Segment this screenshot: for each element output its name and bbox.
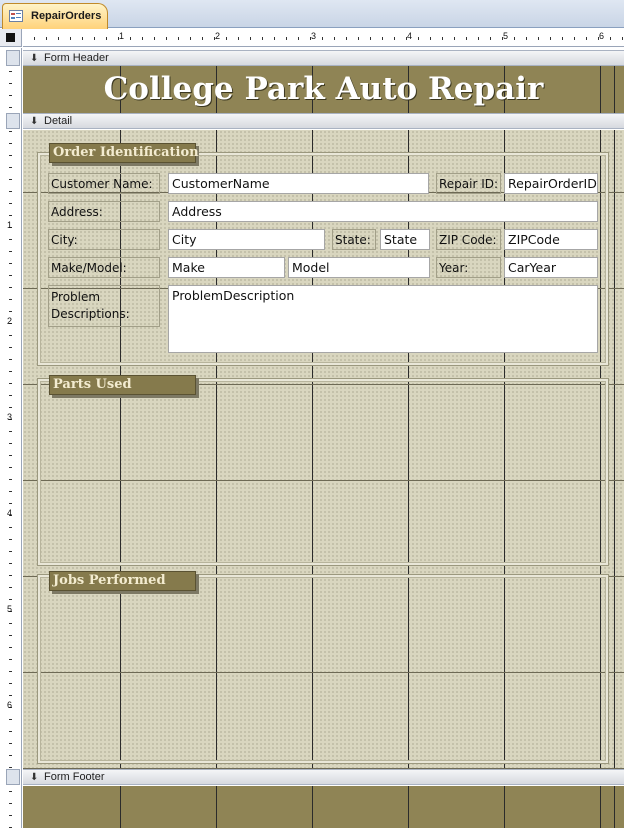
ruler-mark: 5 bbox=[7, 604, 13, 614]
ruler-mark: 6 bbox=[599, 31, 605, 41]
ruler-mark: 1 bbox=[119, 31, 125, 41]
section-arrow-icon: ⬇ bbox=[30, 116, 39, 127]
zip-code-label[interactable]: ZIP Code: bbox=[436, 229, 501, 250]
ruler-mark: 2 bbox=[215, 31, 221, 41]
ruler-mark: 1 bbox=[7, 220, 13, 230]
ruler-mark: 4 bbox=[7, 508, 13, 518]
customer-name-field[interactable]: CustomerName bbox=[168, 173, 429, 194]
year-label[interactable]: Year: bbox=[436, 257, 501, 278]
city-field[interactable]: City bbox=[168, 229, 325, 250]
jobs-performed-group[interactable] bbox=[37, 574, 609, 764]
section-arrow-icon: ⬇ bbox=[30, 772, 39, 783]
footer-section-selector[interactable] bbox=[6, 769, 20, 785]
form-footer-area[interactable] bbox=[23, 786, 624, 828]
vertical-ruler[interactable]: 1 2 3 4 5 6 bbox=[0, 48, 22, 828]
problem-description-label[interactable]: Problem Descriptions: bbox=[48, 285, 160, 327]
document-tab-repairorders[interactable]: RepairOrders bbox=[2, 3, 108, 29]
repair-id-field[interactable]: RepairOrderID bbox=[504, 173, 598, 194]
address-label[interactable]: Address: bbox=[48, 201, 160, 222]
document-tab-label: RepairOrders bbox=[31, 10, 102, 22]
repair-id-label[interactable]: Repair ID: bbox=[436, 173, 501, 194]
state-field[interactable]: State bbox=[380, 229, 430, 250]
form-header-bar[interactable]: ⬇ Form Header bbox=[23, 50, 624, 66]
header-section-selector[interactable] bbox=[6, 50, 20, 66]
customer-name-label[interactable]: Customer Name: bbox=[48, 173, 160, 194]
ruler-mark: 4 bbox=[407, 31, 413, 41]
address-field[interactable]: Address bbox=[168, 201, 598, 222]
zip-code-field[interactable]: ZIPCode bbox=[504, 229, 598, 250]
detail-bar[interactable]: ⬇ Detail bbox=[23, 113, 624, 129]
form-footer-label: Form Footer bbox=[44, 771, 105, 783]
problem-description-field[interactable]: ProblemDescription bbox=[168, 285, 598, 353]
form-icon bbox=[9, 10, 23, 22]
order-identification-heading[interactable]: Order Identification bbox=[49, 143, 199, 163]
form-footer-bar[interactable]: ⬇ Form Footer bbox=[23, 769, 624, 785]
ruler-mark: 2 bbox=[7, 316, 13, 326]
make-field[interactable]: Make bbox=[168, 257, 285, 278]
parts-used-group[interactable] bbox=[37, 378, 609, 566]
jobs-performed-heading[interactable]: Jobs Performed bbox=[49, 571, 196, 591]
state-label[interactable]: State: bbox=[332, 229, 376, 250]
form-selector-icon bbox=[6, 33, 15, 42]
section-arrow-icon: ⬇ bbox=[30, 53, 39, 64]
horizontal-ruler[interactable]: 1 2 3 4 5 6 bbox=[23, 29, 624, 47]
form-title[interactable]: College Park Auto Repair bbox=[23, 66, 624, 114]
ruler-mark: 5 bbox=[503, 31, 509, 41]
year-field[interactable]: CarYear bbox=[504, 257, 598, 278]
ruler-mark: 3 bbox=[7, 412, 13, 422]
city-label[interactable]: City: bbox=[48, 229, 160, 250]
make-model-label[interactable]: Make/Model: bbox=[48, 257, 160, 278]
form-selector[interactable] bbox=[0, 29, 22, 47]
detail-section-selector[interactable] bbox=[6, 113, 20, 129]
ruler-mark: 6 bbox=[7, 700, 13, 710]
model-field[interactable]: Model bbox=[288, 257, 430, 278]
detail-label: Detail bbox=[44, 115, 73, 127]
parts-used-heading[interactable]: Parts Used bbox=[49, 375, 196, 395]
form-header-label: Form Header bbox=[44, 52, 109, 64]
ruler-mark: 3 bbox=[311, 31, 317, 41]
